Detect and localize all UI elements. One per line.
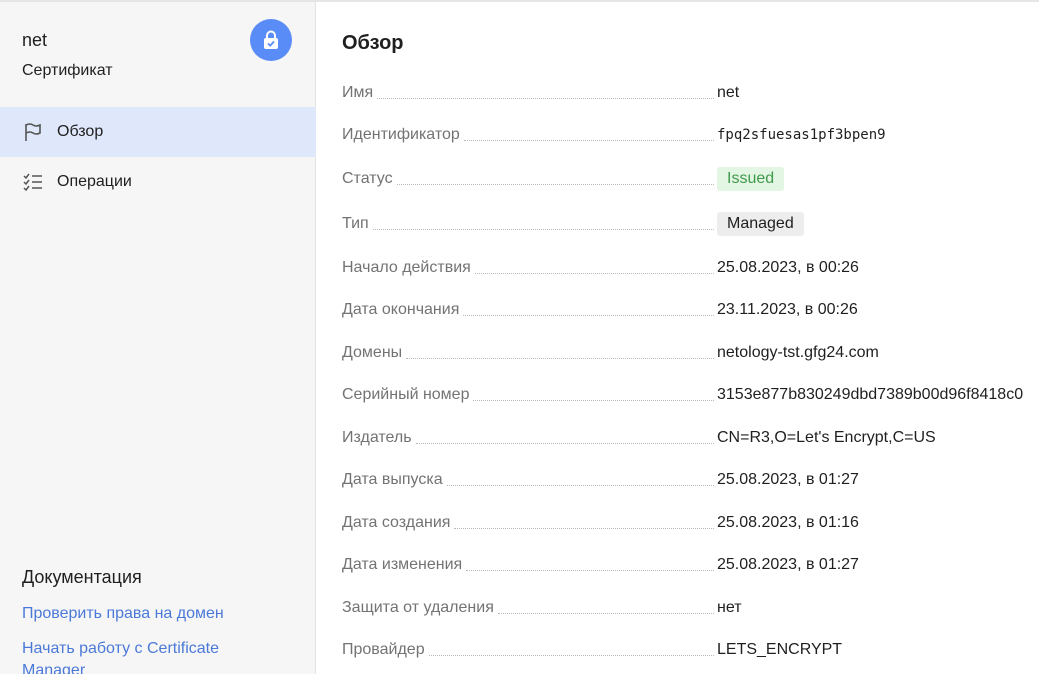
resource-name: net <box>22 30 48 50</box>
doc-link-getting-started[interactable]: Начать работу с Certificate Manager <box>22 638 282 674</box>
flag-icon <box>22 121 44 143</box>
property-label: Дата окончания <box>342 301 464 319</box>
dotted-leader <box>497 612 714 614</box>
sidebar-item-label: Операции <box>57 173 132 190</box>
property-row-not-before: Начало действия 25.08.2023, в 00:26 <box>342 256 1039 280</box>
dotted-leader <box>377 97 714 99</box>
property-value: 25.08.2023, в 01:27 <box>717 471 859 488</box>
property-value: net <box>717 84 740 101</box>
dotted-leader <box>446 484 714 486</box>
property-value: 25.08.2023, в 01:16 <box>717 514 859 531</box>
property-row-issued-at: Дата выпуска 25.08.2023, в 01:27 <box>342 468 1039 492</box>
main-content: Обзор Имя net Идентификатор fpq2sfuesas1… <box>317 2 1039 674</box>
property-row-issuer: Издатель CN=R3,O=Let's Encrypt,C=US <box>342 426 1039 450</box>
dotted-leader <box>454 527 714 529</box>
property-label: Провайдер <box>342 641 429 659</box>
property-row-domains: Домены netology-tst.gfg24.com <box>342 341 1039 365</box>
property-row-status: Статус Issued <box>342 167 1039 191</box>
property-row-created-at: Дата создания 25.08.2023, в 01:16 <box>342 511 1039 535</box>
property-value: 25.08.2023, в 00:26 <box>717 259 859 276</box>
property-label: Статус <box>342 170 397 188</box>
resource-type: Сертификат <box>22 62 113 79</box>
property-label: Серийный номер <box>342 386 474 404</box>
dotted-leader <box>415 442 714 444</box>
property-label: Начало действия <box>342 259 475 277</box>
property-row-id: Идентификатор fpq2sfuesas1pf3bpen9 <box>342 123 1039 147</box>
checklist-icon <box>22 171 44 193</box>
dotted-leader <box>372 228 714 230</box>
dotted-leader <box>466 569 714 571</box>
property-label: Дата изменения <box>342 556 467 574</box>
property-row-name: Имя net <box>342 81 1039 105</box>
doc-link-verify-domain[interactable]: Проверить права на домен <box>22 603 282 625</box>
dotted-leader <box>474 272 714 274</box>
property-value: 23.11.2023, в 00:26 <box>717 301 858 318</box>
property-label: Дата выпуска <box>342 471 447 489</box>
property-row-not-after: Дата окончания 23.11.2023, в 00:26 <box>342 298 1039 322</box>
property-label: Идентификатор <box>342 126 464 144</box>
page-title: Обзор <box>342 32 404 54</box>
property-value: 25.08.2023, в 01:27 <box>717 556 859 573</box>
sidebar-item-label: Обзор <box>57 123 104 140</box>
lock-badge-icon <box>250 19 292 61</box>
property-value: CN=R3,O=Let's Encrypt,C=US <box>717 429 936 446</box>
property-value: 3153e877b830249dbd7389b00d96f8418c0 <box>717 386 1024 403</box>
property-row-type: Тип Managed <box>342 212 1039 236</box>
property-label: Издатель <box>342 429 416 447</box>
dotted-leader <box>463 314 714 316</box>
dotted-leader <box>463 139 714 141</box>
property-label: Дата создания <box>342 514 455 532</box>
sidebar: net Сертификат Обзор Операции Документац… <box>0 2 316 674</box>
property-label: Защита от удаления <box>342 599 498 617</box>
property-label: Тип <box>342 215 373 233</box>
property-label: Домены <box>342 344 407 362</box>
property-value: нет <box>717 599 742 616</box>
property-label: Имя <box>342 84 378 102</box>
certificate-id[interactable]: fpq2sfuesas1pf3bpen9 <box>717 123 886 147</box>
sidebar-item-overview[interactable]: Обзор <box>0 107 316 157</box>
property-value: netology-tst.gfg24.com <box>717 344 879 361</box>
dotted-leader <box>473 399 714 401</box>
dotted-leader <box>406 357 714 359</box>
status-badge: Issued <box>717 167 785 191</box>
docs-title: Документация <box>22 567 142 587</box>
dotted-leader <box>428 654 714 656</box>
property-value: LETS_ENCRYPT <box>717 641 843 658</box>
property-row-updated-at: Дата изменения 25.08.2023, в 01:27 <box>342 553 1039 577</box>
property-row-serial: Серийный номер 3153e877b830249dbd7389b00… <box>342 383 1039 407</box>
type-badge: Managed <box>717 212 804 236</box>
sidebar-item-operations[interactable]: Операции <box>0 157 316 207</box>
property-row-provider: Провайдер LETS_ENCRYPT <box>342 638 1039 662</box>
dotted-leader <box>396 183 714 185</box>
property-row-deletion-protection: Защита от удаления нет <box>342 596 1039 620</box>
